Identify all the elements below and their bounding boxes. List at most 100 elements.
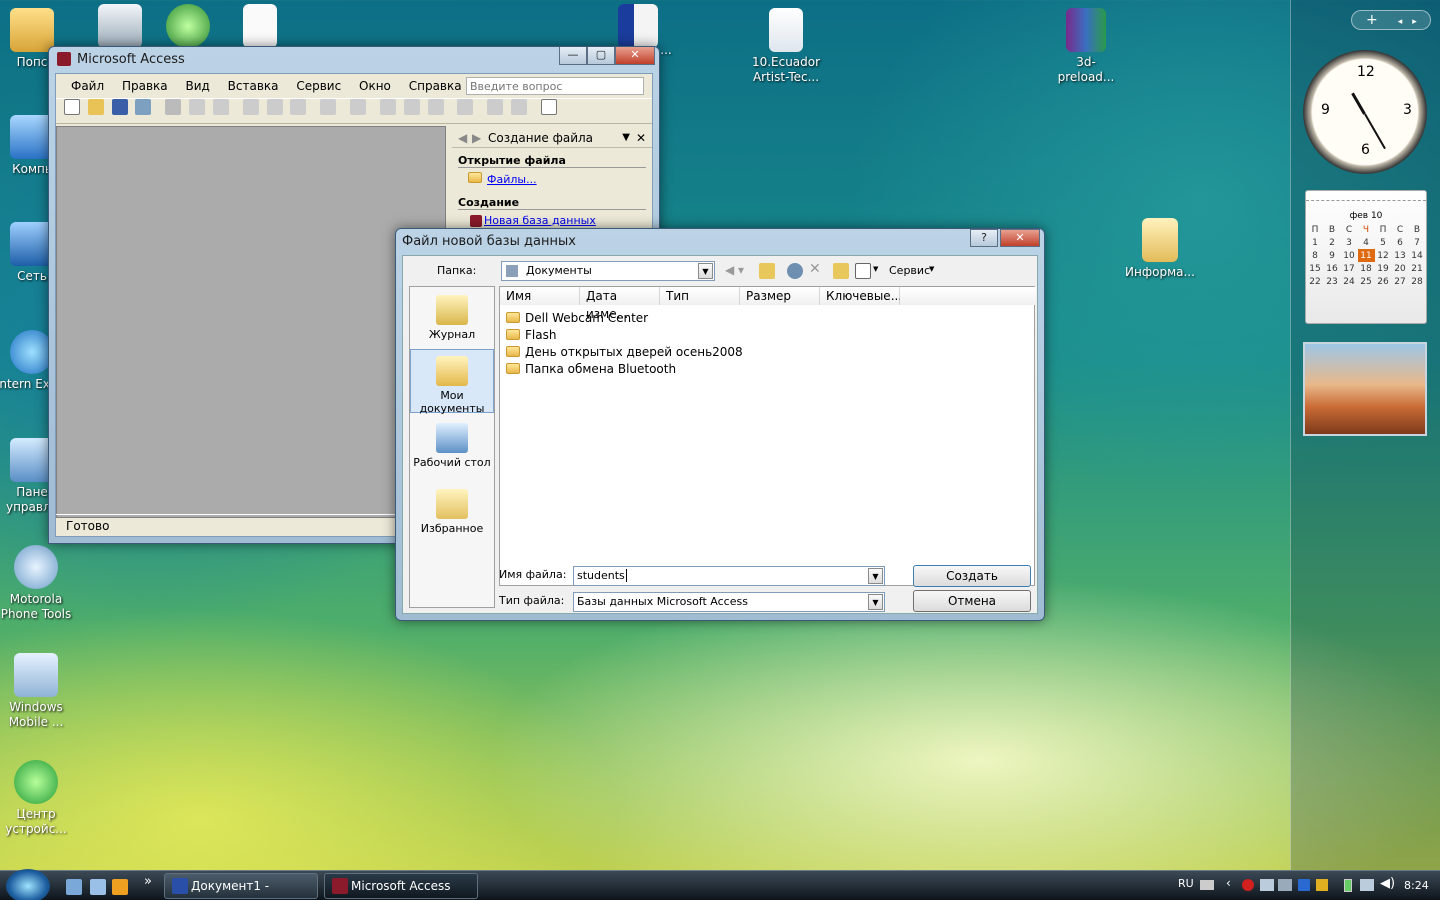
- network-tray-icon[interactable]: [1260, 879, 1274, 891]
- calendar-gadget[interactable]: фев 10 ПВСЧПСВ 1234567 8 9 10 11 12 13 14 15 16…: [1305, 190, 1427, 324]
- filename-dropdown-icon[interactable]: ▼: [868, 568, 883, 584]
- desktop-icon[interactable]: Центр устройс...: [0, 760, 74, 837]
- save-icon[interactable]: [111, 99, 128, 115]
- desktop-icon[interactable]: 3d-preload...: [1048, 8, 1124, 85]
- menu-window[interactable]: Окно: [359, 79, 391, 93]
- bluetooth-tray-icon[interactable]: [1298, 879, 1310, 891]
- battery-icon[interactable]: [1344, 879, 1352, 892]
- code-icon[interactable]: [403, 99, 420, 115]
- new-database-link[interactable]: Новая база данных: [484, 214, 596, 227]
- views-icon[interactable]: [855, 263, 871, 279]
- menu-view[interactable]: Вид: [185, 79, 209, 93]
- cut-icon[interactable]: [242, 99, 259, 115]
- clock-time[interactable]: 8:24: [1404, 879, 1429, 892]
- media-player-icon[interactable]: [112, 879, 128, 895]
- menu-tools[interactable]: Сервис: [296, 79, 341, 93]
- dialog-titlebar[interactable]: Файл новой базы данных: [396, 229, 1044, 253]
- desktop-icon[interactable]: Motorola Phone Tools: [0, 545, 74, 622]
- menu-file[interactable]: Файл: [71, 79, 104, 93]
- create-button[interactable]: Создать: [913, 565, 1031, 587]
- place-desktop[interactable]: Рабочий стол: [410, 417, 494, 469]
- script-icon[interactable]: [427, 99, 444, 115]
- back-icon[interactable]: ◀ ▾: [725, 263, 744, 277]
- add-gadget-button[interactable]: +: [1366, 12, 1378, 28]
- list-item[interactable]: Dell Webcam Center: [506, 309, 648, 326]
- spelling-icon[interactable]: [212, 99, 229, 115]
- views-dropdown-icon[interactable]: ▼: [873, 265, 878, 273]
- task-pane-dropdown-icon[interactable]: ▼: [622, 128, 630, 148]
- desktop-icon[interactable]: [222, 4, 298, 51]
- place-my-documents[interactable]: Мои документы: [410, 349, 494, 415]
- search-icon[interactable]: [135, 99, 152, 115]
- place-favorites[interactable]: Избранное: [410, 483, 494, 535]
- tray-expand-icon[interactable]: ‹: [1226, 876, 1231, 890]
- maximize-button[interactable]: ▢: [587, 47, 615, 65]
- keyboard-icon[interactable]: [1200, 880, 1214, 890]
- service-menu[interactable]: Сервис: [889, 264, 930, 277]
- open-icon[interactable]: [87, 99, 104, 115]
- volume-icon[interactable]: ◀): [1380, 876, 1395, 891]
- list-item[interactable]: Flash: [506, 326, 556, 343]
- paste-icon[interactable]: [290, 99, 307, 115]
- desktop-icon[interactable]: [82, 4, 158, 51]
- print-icon[interactable]: [165, 99, 182, 115]
- taskbar-item-word[interactable]: Документ1 - Micros...: [164, 873, 318, 899]
- start-button[interactable]: [6, 869, 50, 900]
- analyze-icon[interactable]: [379, 99, 396, 115]
- display-tray-icon[interactable]: [1278, 879, 1292, 891]
- new-database-dialog[interactable]: Файл новой базы данных ? ✕ Папка: Докуме…: [395, 228, 1045, 621]
- new-icon[interactable]: [64, 99, 80, 115]
- close-button[interactable]: ✕: [1000, 229, 1040, 247]
- desktop-icon[interactable]: 10.Ecuador Artist-Tec...: [748, 8, 824, 85]
- place-history[interactable]: Журнал: [410, 289, 494, 341]
- filename-input[interactable]: students ▼: [573, 566, 885, 586]
- help-icon[interactable]: [540, 99, 557, 115]
- minimize-button[interactable]: —: [559, 47, 587, 65]
- column-header-name[interactable]: Имя: [500, 287, 580, 305]
- list-item[interactable]: День открытых дверей осень2008: [506, 343, 743, 360]
- desktop-icon[interactable]: Информа...: [1122, 218, 1198, 280]
- folder-combo[interactable]: Документы ▼: [501, 261, 715, 281]
- service-dropdown-icon[interactable]: ▼: [929, 265, 934, 273]
- next-icon[interactable]: ▸: [1412, 17, 1417, 27]
- task-pane-close-icon[interactable]: ✕: [636, 128, 646, 148]
- close-button[interactable]: ✕: [615, 47, 655, 65]
- cancel-button[interactable]: Отмена: [913, 590, 1031, 612]
- taskbar-item-access[interactable]: Microsoft Access: [324, 873, 478, 899]
- filetype-select[interactable]: Базы данных Microsoft Access ▼: [573, 592, 885, 612]
- column-header-keywords[interactable]: Ключевые...: [820, 287, 902, 305]
- prev-icon[interactable]: ◂: [1398, 17, 1403, 27]
- properties-icon[interactable]: [457, 99, 474, 115]
- up-folder-icon[interactable]: [759, 263, 775, 279]
- menu-insert[interactable]: Вставка: [228, 79, 279, 93]
- folder-dropdown-icon[interactable]: ▼: [698, 263, 713, 279]
- list-item[interactable]: Папка обмена Bluetooth: [506, 360, 676, 377]
- switch-windows-icon[interactable]: [90, 879, 106, 895]
- file-list[interactable]: Имя Дата изме... Тип Размер Ключевые... …: [499, 286, 1036, 586]
- filetype-dropdown-icon[interactable]: ▼: [868, 594, 883, 610]
- clock-gadget[interactable]: 12 3 6 9: [1303, 50, 1427, 174]
- column-header-size[interactable]: Размер: [740, 287, 820, 305]
- help-button[interactable]: ?: [970, 229, 998, 247]
- desktop-icon[interactable]: [150, 4, 226, 51]
- search-web-icon[interactable]: [787, 263, 803, 279]
- files-link[interactable]: Файлы...: [487, 173, 537, 186]
- delete-icon[interactable]: ✕: [809, 261, 821, 277]
- menu-help[interactable]: Справка: [409, 79, 462, 93]
- column-header-date[interactable]: Дата изме...: [580, 287, 660, 321]
- show-desktop-icon[interactable]: [66, 879, 82, 895]
- column-header-type[interactable]: Тип: [660, 287, 740, 305]
- back-icon[interactable]: ◀: [458, 128, 467, 148]
- preview-icon[interactable]: [189, 99, 206, 115]
- relationships-icon[interactable]: [487, 99, 504, 115]
- copy-icon[interactable]: [266, 99, 283, 115]
- sidebar-controls[interactable]: + ◂ ▸: [1351, 10, 1431, 30]
- undo-icon[interactable]: [320, 99, 337, 115]
- network-status-icon[interactable]: [1360, 879, 1374, 891]
- desktop-icon[interactable]: Windows Mobile ...: [0, 653, 74, 730]
- shield-icon[interactable]: [1316, 879, 1328, 891]
- new-folder-icon[interactable]: [833, 263, 849, 279]
- ask-question-input[interactable]: [466, 77, 644, 95]
- forward-icon[interactable]: ▶: [472, 128, 481, 148]
- menu-edit[interactable]: Правка: [122, 79, 168, 93]
